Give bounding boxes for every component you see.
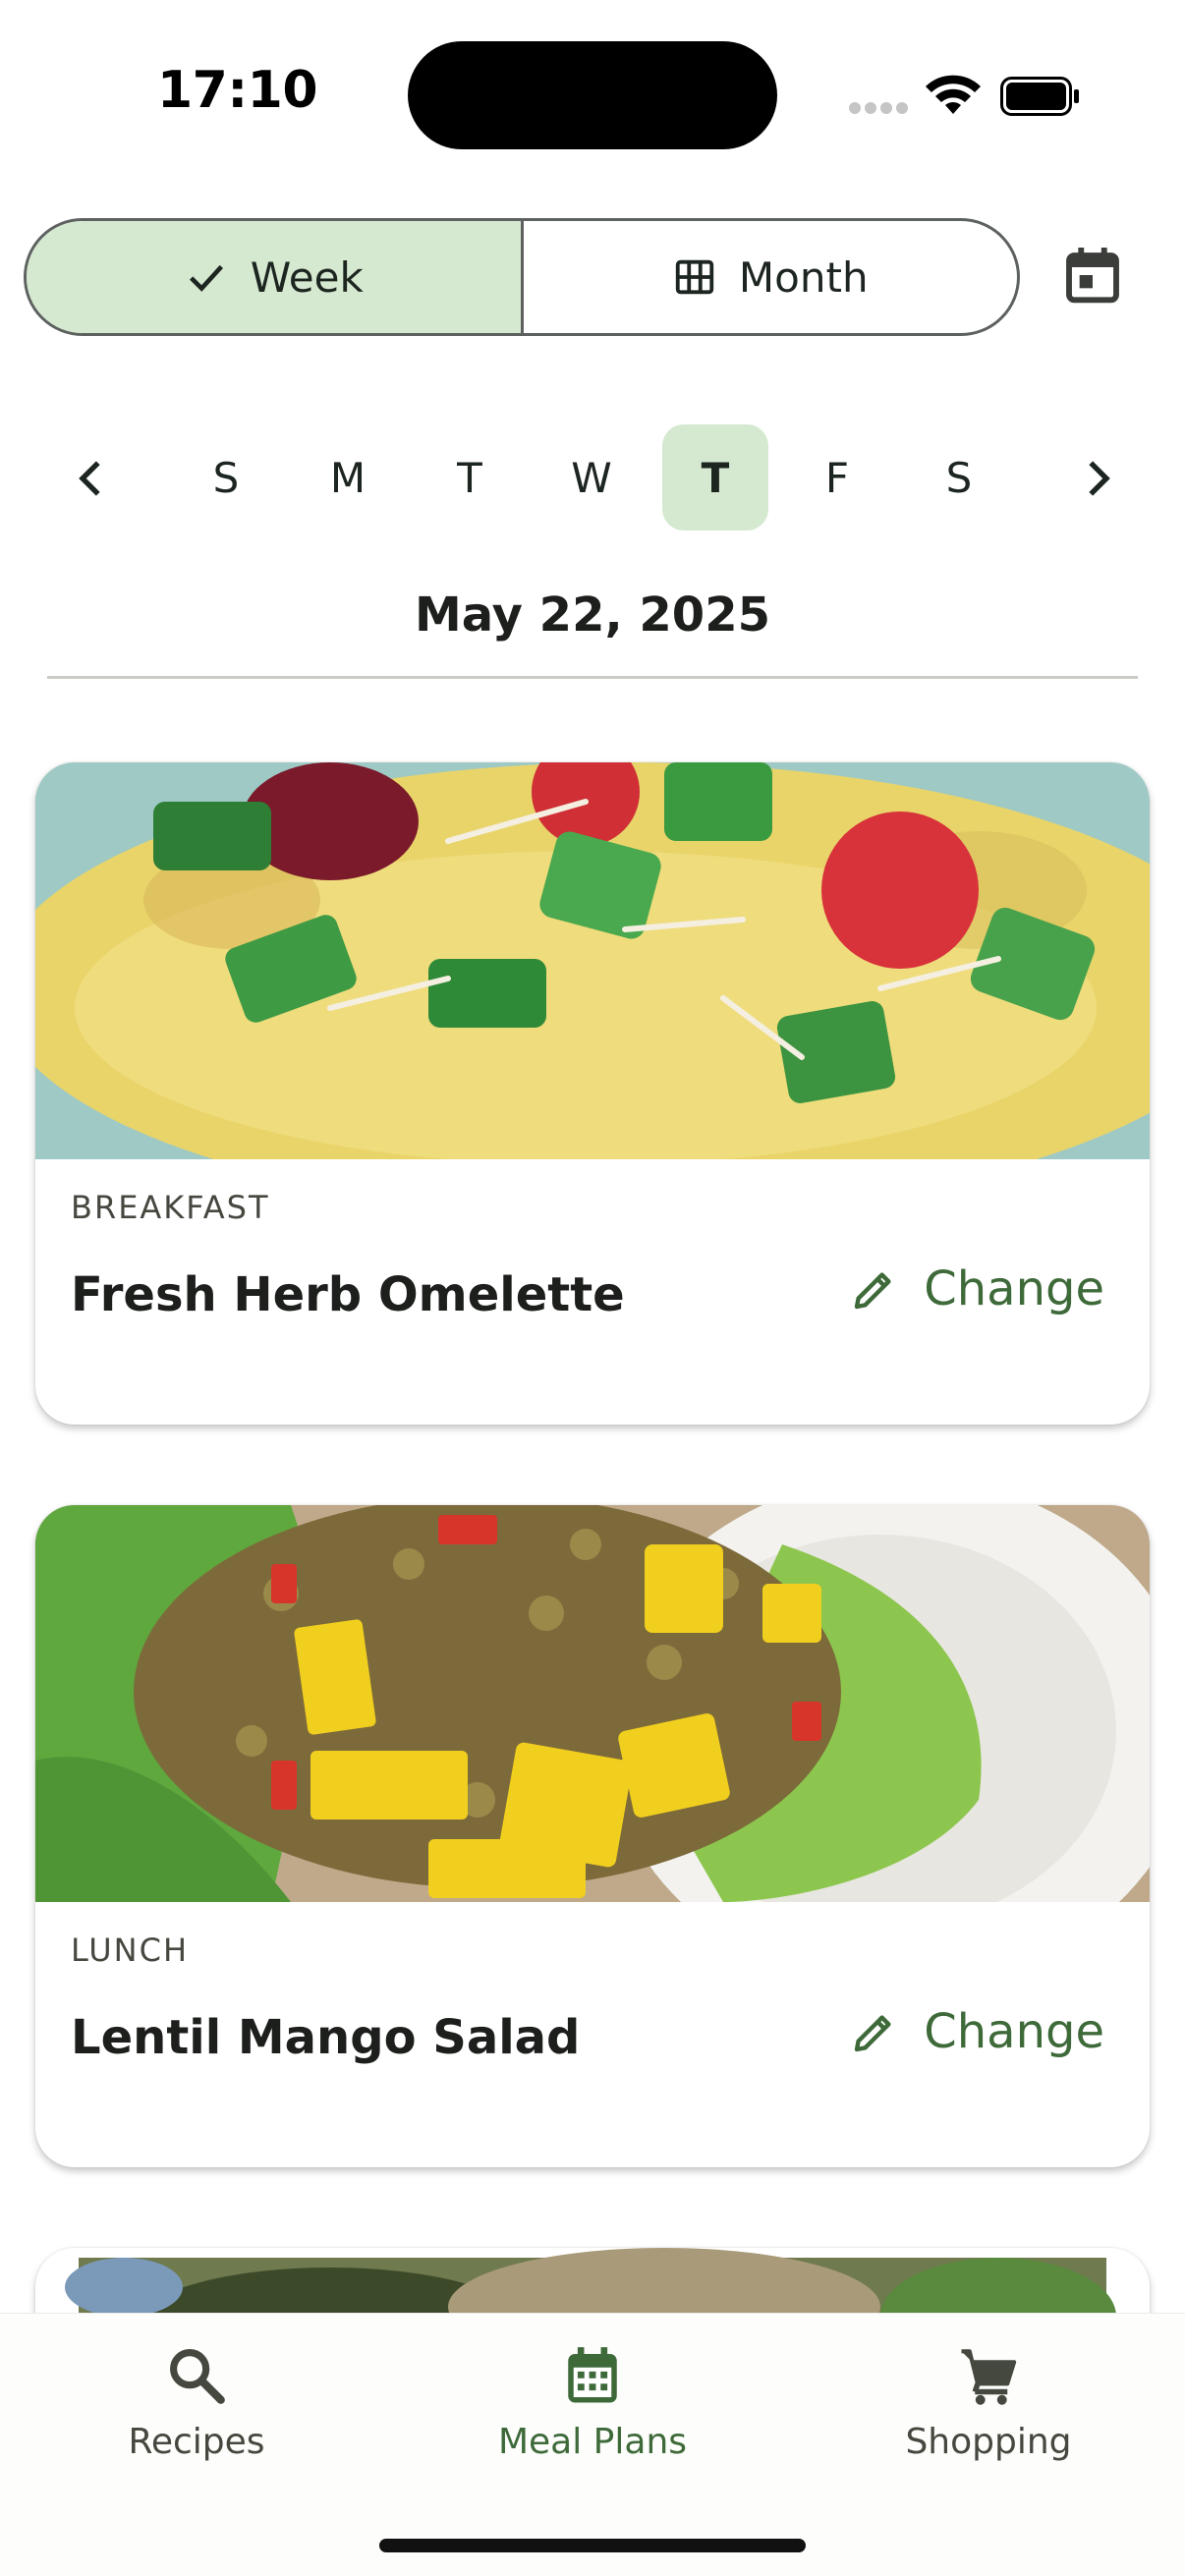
nav-shopping-label: Shopping <box>905 2422 1072 2462</box>
calendar-today-button[interactable] <box>1057 240 1128 310</box>
pencil-icon <box>855 1272 891 1310</box>
meal-card-lunch[interactable]: LUNCH Lentil Mango Salad Change <box>35 1505 1150 2167</box>
nav-meal-plans-label: Meal Plans <box>497 2422 688 2462</box>
month-toggle-button[interactable]: Month <box>520 221 1018 333</box>
lentil-salad-photo <box>35 1505 1150 1902</box>
nav-shopping[interactable]: Shopping <box>841 2343 1136 2462</box>
change-meal-button[interactable]: Change <box>851 2004 1104 2059</box>
meal-card-breakfast[interactable]: BREAKFAST Fresh Herb Omelette Change <box>35 762 1150 1425</box>
day-sunday[interactable]: S <box>173 424 279 531</box>
calendar-today-icon <box>1066 248 1119 304</box>
pencil-icon <box>855 2015 891 2052</box>
home-indicator <box>379 2539 806 2552</box>
chevron-left-icon[interactable] <box>65 452 118 505</box>
meal-type-label: LUNCH <box>71 1932 189 1969</box>
chevron-right-icon[interactable] <box>1071 452 1124 505</box>
battery-icon <box>1000 77 1079 116</box>
change-meal-button[interactable]: Change <box>851 1261 1104 1316</box>
day-monday[interactable]: M <box>295 424 401 531</box>
nav-meal-plans[interactable]: Meal Plans <box>445 2343 740 2462</box>
day-friday[interactable]: F <box>784 424 890 531</box>
calendar-icon <box>568 2347 617 2403</box>
omelette-photo <box>35 762 1150 1159</box>
change-meal-label: Change <box>924 1261 1104 1316</box>
month-toggle-label: Month <box>738 252 869 302</box>
nav-recipes-label: Recipes <box>128 2422 265 2462</box>
cart-icon <box>961 2349 1017 2405</box>
day-saturday[interactable]: S <box>906 424 1012 531</box>
week-toggle-label: Week <box>250 252 364 302</box>
dynamic-island <box>408 41 777 149</box>
status-time: 17:10 <box>157 61 318 120</box>
meal-card-body: LUNCH Lentil Mango Salad Change <box>35 1902 1150 2167</box>
week-toggle-button[interactable]: Week <box>27 221 521 333</box>
check-icon <box>189 264 223 292</box>
day-tuesday[interactable]: T <box>417 424 523 531</box>
meal-type-label: BREAKFAST <box>71 1189 270 1226</box>
view-toggle: Week Month <box>24 218 1020 336</box>
day-wednesday[interactable]: W <box>538 424 645 531</box>
wifi-icon <box>926 75 981 114</box>
divider <box>47 676 1138 679</box>
bottom-navigation: Recipes Meal Plans Shopping <box>0 2313 1185 2576</box>
meal-card-body: BREAKFAST Fresh Herb Omelette Change <box>35 1159 1150 1425</box>
cellular-signal-icon <box>849 102 908 114</box>
change-meal-label: Change <box>924 2004 1104 2059</box>
selected-date: May 22, 2025 <box>414 588 770 643</box>
meal-name: Fresh Herb Omelette <box>71 1267 625 1322</box>
grid-icon <box>675 259 714 295</box>
day-thursday[interactable]: T <box>662 424 768 531</box>
search-icon <box>170 2349 225 2404</box>
meal-name: Lentil Mango Salad <box>71 2010 581 2065</box>
nav-recipes[interactable]: Recipes <box>49 2343 344 2462</box>
week-day-strip: S M T W T F S <box>55 424 1136 532</box>
